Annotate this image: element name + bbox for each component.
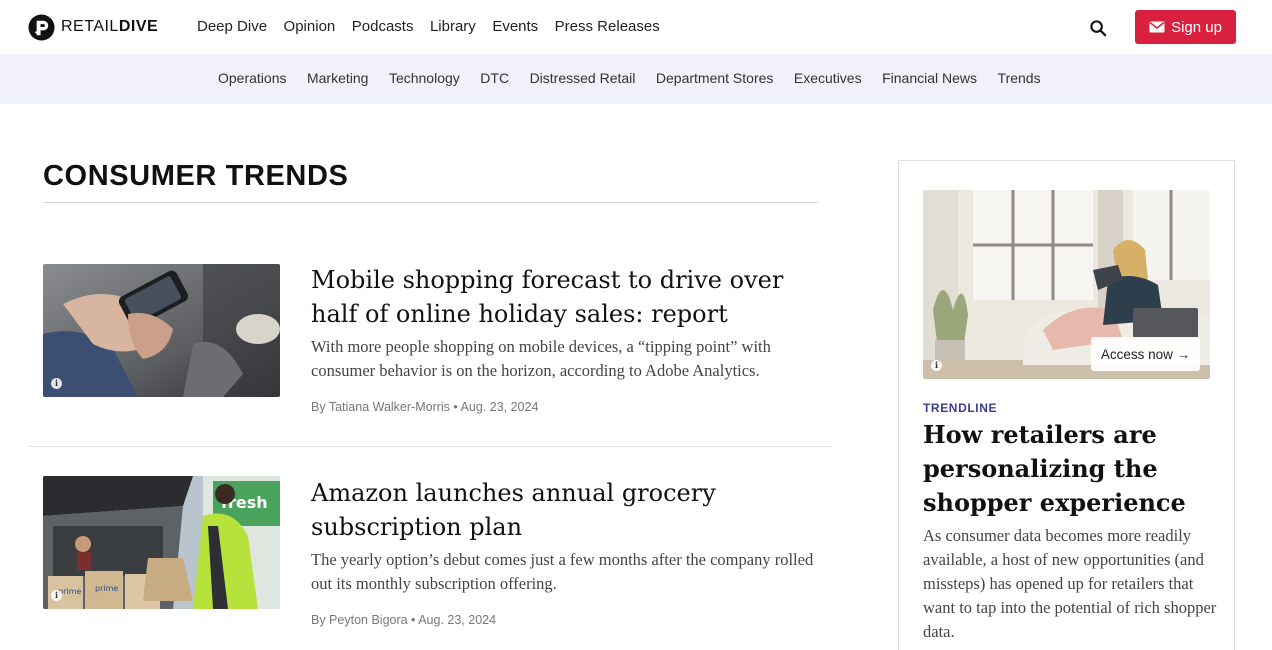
subnav-operations[interactable]: Operations bbox=[218, 70, 286, 86]
trendline-title[interactable]: How retailers are personalizing the shop… bbox=[923, 418, 1213, 520]
envelope-icon bbox=[1149, 21, 1165, 33]
subnav-executives[interactable]: Executives bbox=[794, 70, 862, 86]
nav-opinion[interactable]: Opinion bbox=[284, 18, 336, 35]
article-thumbnail-amazon-grocery[interactable]: fresh prime prime i bbox=[43, 476, 280, 609]
article-byline: By Peyton Bigora • Aug. 23, 2024 bbox=[311, 613, 497, 627]
signup-label: Sign up bbox=[1171, 18, 1222, 36]
search-icon[interactable] bbox=[1089, 19, 1108, 38]
nav-events[interactable]: Events bbox=[492, 18, 538, 35]
access-now-button[interactable]: Access now → bbox=[1091, 337, 1200, 371]
phone-shopping-photo bbox=[43, 264, 280, 397]
section-divider bbox=[43, 202, 818, 203]
info-icon[interactable]: i bbox=[931, 360, 942, 371]
trendline-description: As consumer data becomes more readily av… bbox=[923, 526, 1217, 641]
logo-mark-icon bbox=[28, 13, 55, 41]
subnav-trends[interactable]: Trends bbox=[998, 70, 1041, 86]
trendline-label: TRENDLINE bbox=[923, 401, 998, 415]
topic-subnav: Operations Marketing Technology DTC Dist… bbox=[0, 54, 1272, 104]
subnav-technology[interactable]: Technology bbox=[389, 70, 460, 86]
signup-button[interactable]: Sign up bbox=[1135, 10, 1236, 44]
nav-podcasts[interactable]: Podcasts bbox=[352, 18, 414, 35]
site-header: RETAILDIVE Deep Dive Opinion Podcasts Li… bbox=[0, 0, 1272, 54]
amazon-fresh-photo: fresh prime prime bbox=[43, 476, 280, 609]
nav-library[interactable]: Library bbox=[430, 18, 476, 35]
article-divider bbox=[28, 446, 831, 447]
section-title: CONSUMER TRENDS bbox=[43, 160, 349, 192]
trendline-promo-image[interactable]: i Access now → bbox=[923, 190, 1210, 379]
subnav-dtc[interactable]: DTC bbox=[480, 70, 509, 86]
svg-text:prime: prime bbox=[95, 584, 118, 593]
main-nav: Deep Dive Opinion Podcasts Library Event… bbox=[197, 18, 676, 35]
subnav-department-stores[interactable]: Department Stores bbox=[656, 70, 774, 86]
nav-deep-dive[interactable]: Deep Dive bbox=[197, 18, 267, 35]
article-byline: By Tatiana Walker-Morris • Aug. 23, 2024 bbox=[311, 400, 539, 414]
nav-press-releases[interactable]: Press Releases bbox=[555, 18, 660, 35]
retail-dive-logo[interactable]: RETAILDIVE bbox=[28, 12, 158, 42]
info-icon[interactable]: i bbox=[51, 590, 62, 601]
info-icon[interactable]: i bbox=[51, 378, 62, 389]
article-thumbnail-mobile-shopping[interactable]: i bbox=[43, 264, 280, 397]
logo-text: RETAILDIVE bbox=[61, 18, 159, 35]
article-title[interactable]: Amazon launches annual grocery subscript… bbox=[311, 476, 811, 544]
subnav-distressed-retail[interactable]: Distressed Retail bbox=[530, 70, 636, 86]
article-description: The yearly option’s debut comes just a f… bbox=[311, 550, 814, 593]
article-description: With more people shopping on mobile devi… bbox=[311, 337, 771, 380]
article-title[interactable]: Mobile shopping forecast to drive over h… bbox=[311, 263, 811, 331]
subnav-financial-news[interactable]: Financial News bbox=[882, 70, 977, 86]
trendline-sidebar: i Access now → TRENDLINE How retailers a… bbox=[898, 160, 1235, 650]
subnav-marketing[interactable]: Marketing bbox=[307, 70, 368, 86]
